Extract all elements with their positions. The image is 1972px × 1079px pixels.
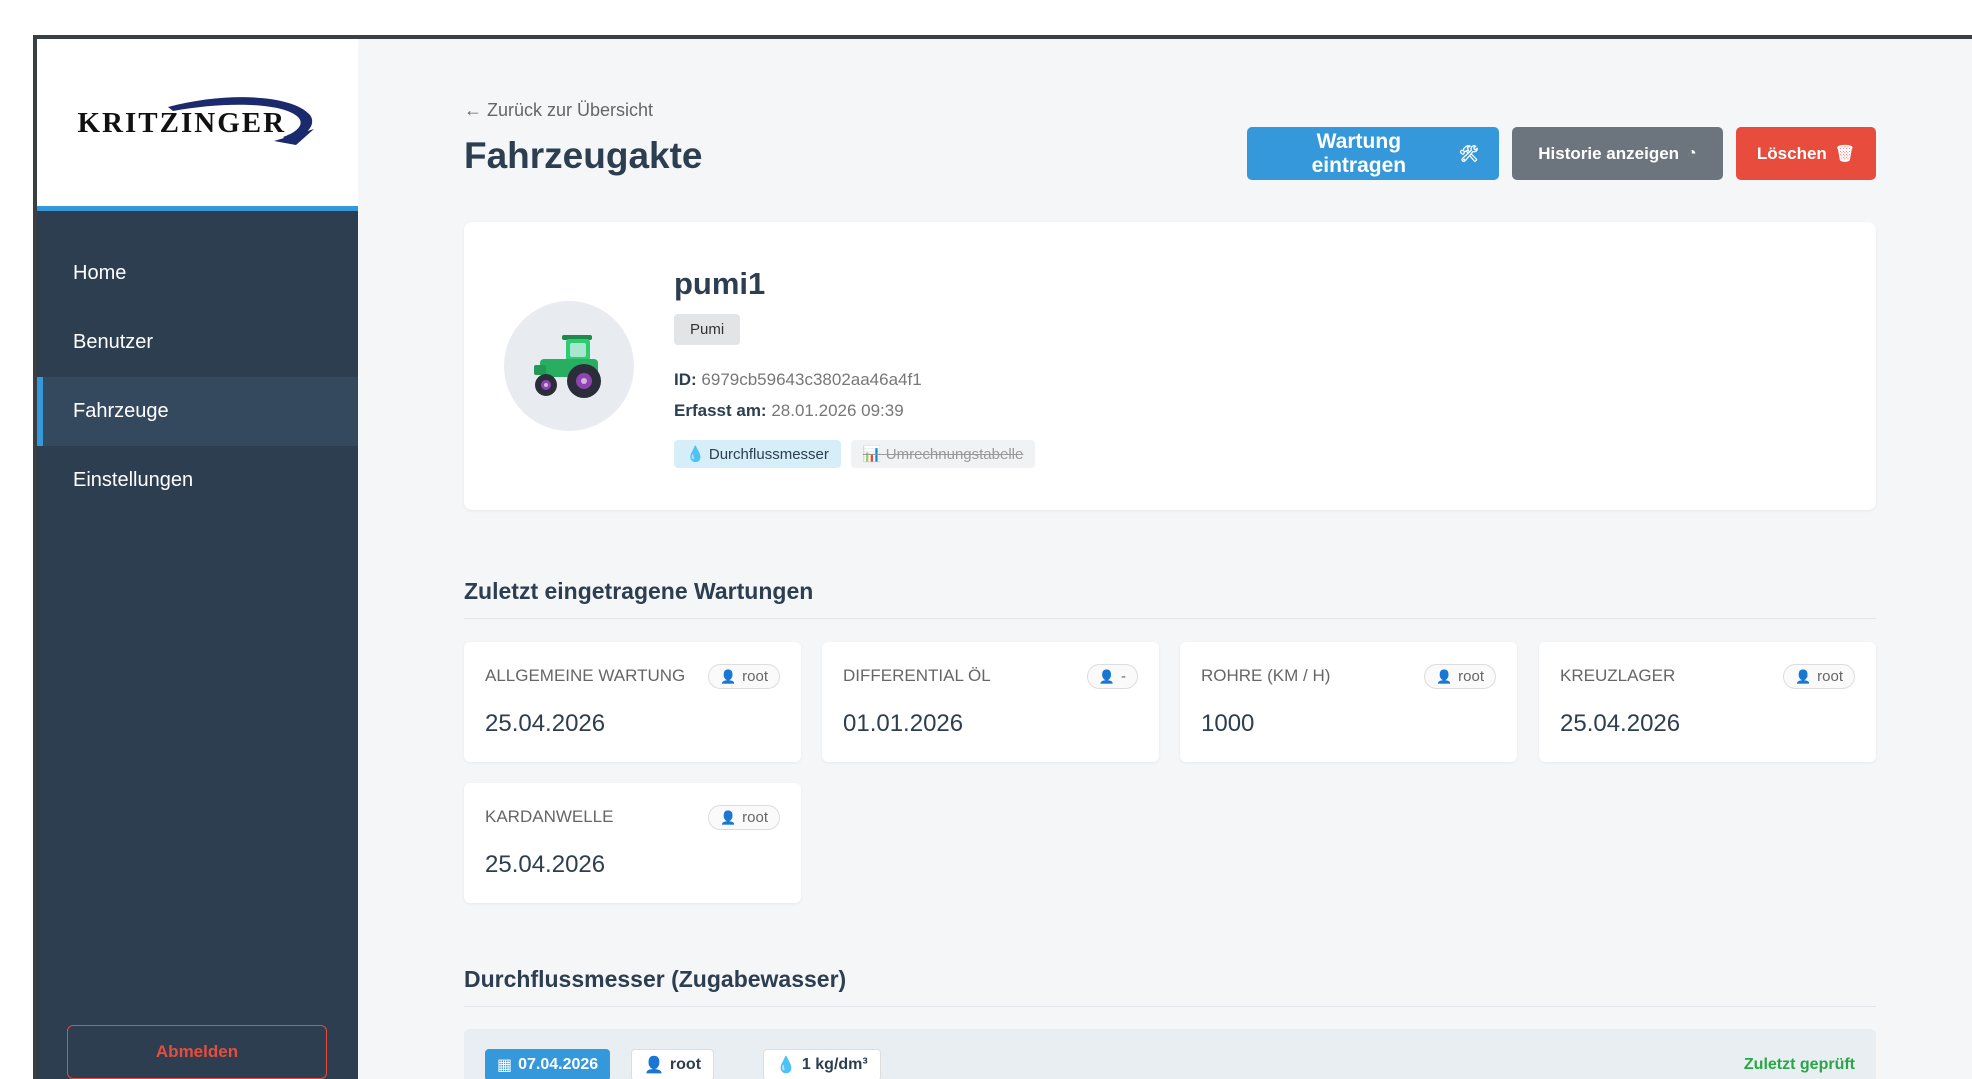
delete-button[interactable]: Löschen 🗑 <box>1736 127 1876 180</box>
feature-tags: 💧 Durchflussmesser 📊 Umrechnungstabelle <box>674 440 1036 468</box>
maintenance-label: DIFFERENTIAL ÖL <box>843 666 991 685</box>
tag-flowmeter: 💧 Durchflussmesser <box>674 440 841 468</box>
tractor-icon <box>534 335 601 398</box>
flowmeter-section-title: Durchflussmesser (Zugabewasser) <box>464 966 847 992</box>
vehicle-card: pumi1 Pumi ID: 6979cb59643c3802aa46a4f1 … <box>464 222 1876 510</box>
action-bar: Wartung eintragen 🛠 Historie anzeigen ◔ … <box>1247 127 1876 180</box>
maintenance-value: 25.04.2026 <box>485 851 606 878</box>
tag-flowmeter-label: Durchflussmesser <box>708 446 829 463</box>
tools-icon: 🛠 <box>1458 145 1479 163</box>
sidebar-item-home[interactable]: Home <box>37 239 358 308</box>
maintenance-user: root <box>742 809 768 826</box>
vehicle-id-value: 6979cb59643c3802aa46a4f1 <box>701 370 922 389</box>
user-icon: 👤 <box>719 669 737 684</box>
maintenance-user: root <box>1817 668 1843 685</box>
water-drop-icon: 💧 <box>686 446 705 463</box>
vehicle-avatar <box>504 301 634 431</box>
divider <box>464 618 1876 619</box>
chart-icon: 📊 <box>862 446 882 463</box>
maintenance-user-badge: 👤 root <box>707 664 780 689</box>
vehicle-created-label: Erfasst am: <box>674 401 767 420</box>
user-icon: 👤 <box>1794 669 1812 684</box>
maintenance-value: 25.04.2026 <box>1560 710 1681 737</box>
maintenance-label: KARDANWELLE <box>485 807 614 826</box>
maintenance-label: ROHRE (KM / H) <box>1201 666 1331 685</box>
flowmeter-date-chip: ▦ 07.04.2026 <box>485 1049 611 1079</box>
user-icon: 👤 <box>719 810 737 825</box>
maintenance-value: 01.01.2026 <box>843 710 964 737</box>
flowmeter-status: Zuletzt geprüft <box>1743 1056 1855 1073</box>
add-maintenance-button[interactable]: Wartung eintragen 🛠 <box>1247 127 1499 180</box>
maintenance-value: 25.04.2026 <box>485 710 606 737</box>
user-icon: 👤 <box>1435 669 1453 684</box>
show-history-label: Historie anzeigen <box>1538 143 1680 163</box>
sidebar-nav: Home Benutzer Fahrzeuge Einstellungen <box>37 239 358 515</box>
maintenance-user-badge: 👤 root <box>1423 664 1496 689</box>
maintenance-card[interactable]: KARDANWELLE 👤 root 25.04.2026 <box>464 783 801 903</box>
calendar-icon: ▦ <box>497 1057 513 1074</box>
vehicle-created: Erfasst am: 28.01.2026 09:39 <box>674 401 904 421</box>
maintenance-card[interactable]: ALLGEMEINE WARTUNG 👤 root 25.04.2026 <box>464 642 801 762</box>
add-maintenance-label: Wartung eintragen <box>1311 129 1407 177</box>
flowmeter-user: root <box>669 1056 702 1073</box>
user-icon: 👤 <box>1098 669 1115 684</box>
sidebar-item-benutzer[interactable]: Benutzer <box>37 308 358 377</box>
sidebar: KRITZINGER Home Benutzer Fahrzeuge Einst… <box>37 39 358 1079</box>
water-drop-icon: 💧 <box>776 1057 796 1074</box>
clock-icon: ◔ <box>1687 144 1697 162</box>
vehicle-id-label: ID: <box>674 370 697 389</box>
delete-label: Löschen <box>1756 143 1827 163</box>
maintenance-user: - <box>1121 668 1126 685</box>
brand-logo: KRITZINGER <box>78 93 318 153</box>
flowmeter-date: 07.04.2026 <box>518 1056 599 1073</box>
back-link[interactable]: ← Zurück zur Übersicht <box>464 100 653 121</box>
logout-button[interactable]: Abmelden <box>67 1025 327 1079</box>
maintenance-user-badge: 👤 root <box>1782 664 1855 689</box>
vehicle-id: ID: 6979cb59643c3802aa46a4f1 <box>674 370 922 390</box>
vehicle-created-value: 28.01.2026 09:39 <box>771 401 904 420</box>
maintenance-card[interactable]: KREUZLAGER 👤 root 25.04.2026 <box>1539 642 1876 762</box>
divider <box>464 1006 1876 1007</box>
tag-conversion-table: 📊 Umrechnungstabelle <box>850 440 1036 468</box>
maintenance-user: root <box>742 668 768 685</box>
maintenance-user: root <box>1458 668 1484 685</box>
maintenance-label: ALLGEMEINE WARTUNG <box>485 666 686 685</box>
flowmeter-entry[interactable]: ▦ 07.04.2026 👤 root 💧 1 kg/dm³ Zuletzt g… <box>464 1029 1876 1079</box>
maintenance-user-badge: 👤 - <box>1086 664 1138 689</box>
flowmeter-user-chip: 👤 root <box>631 1049 715 1079</box>
logo-area: KRITZINGER <box>37 39 358 211</box>
user-icon: 👤 <box>644 1057 664 1074</box>
app-frame: KRITZINGER Home Benutzer Fahrzeuge Einst… <box>33 35 1972 1079</box>
maintenance-value: 1000 <box>1201 710 1255 737</box>
tag-conversion-table-label: Umrechnungstabelle <box>885 446 1024 463</box>
maintenance-label: KREUZLAGER <box>1560 666 1676 685</box>
maintenance-user-badge: 👤 root <box>707 805 780 830</box>
vehicle-type-badge: Pumi <box>674 314 741 345</box>
page-title: Fahrzeugakte <box>464 135 703 176</box>
maintenance-card[interactable]: DIFFERENTIAL ÖL 👤 - 01.01.2026 <box>822 642 1159 762</box>
flowmeter-value-chip: 💧 1 kg/dm³ <box>763 1049 881 1079</box>
sidebar-item-fahrzeuge[interactable]: Fahrzeuge <box>37 377 358 446</box>
sidebar-item-einstellungen[interactable]: Einstellungen <box>37 446 358 515</box>
show-history-button[interactable]: Historie anzeigen ◔ <box>1512 127 1723 180</box>
maintenance-card[interactable]: ROHRE (KM / H) 👤 root 1000 <box>1180 642 1517 762</box>
flowmeter-value: 1 kg/dm³ <box>801 1056 868 1073</box>
maintenance-section-title: Zuletzt eingetragene Wartungen <box>464 578 814 604</box>
logo-text: KRITZINGER <box>77 106 287 139</box>
vehicle-name: pumi1 <box>674 266 766 301</box>
trash-icon: 🗑 <box>1834 145 1856 163</box>
